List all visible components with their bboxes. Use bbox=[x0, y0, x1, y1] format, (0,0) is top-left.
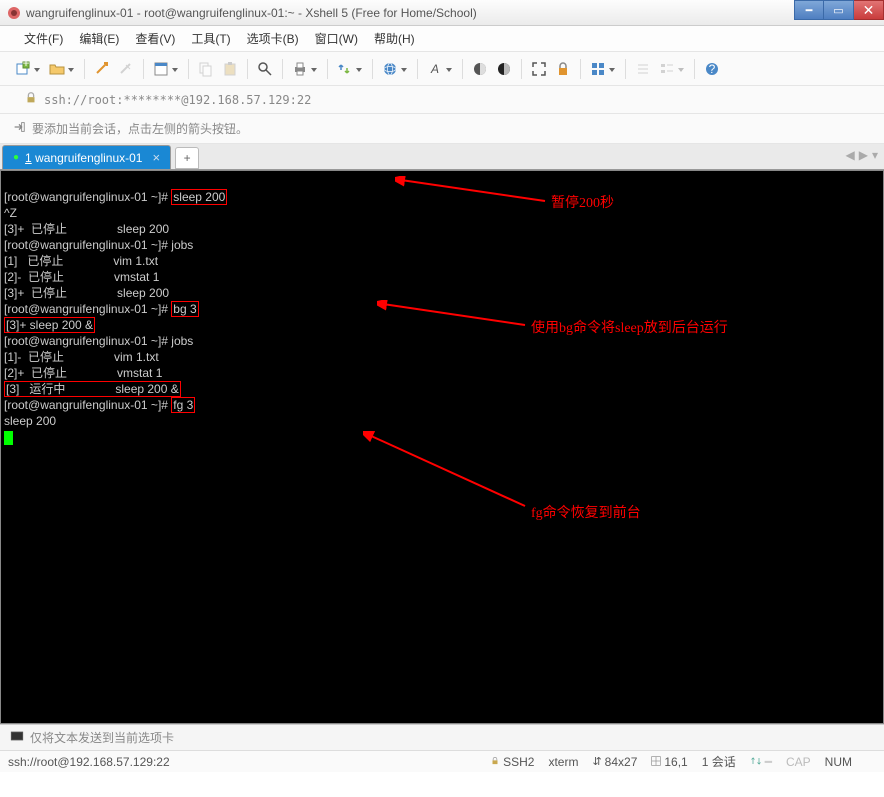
disconnect-icon[interactable] bbox=[115, 58, 137, 80]
lock-icon[interactable] bbox=[552, 58, 574, 80]
menu-tools[interactable]: 工具(T) bbox=[183, 27, 238, 50]
annotation-label: fg命令恢复到前台 bbox=[531, 506, 641, 522]
menu-edit[interactable]: 编辑(E) bbox=[71, 27, 127, 50]
reconnect-icon[interactable] bbox=[91, 58, 113, 80]
terminal-line: [root@wangruifenglinux-01 ~]# sleep 200 bbox=[4, 189, 227, 205]
terminal-line: [root@wangruifenglinux-01 ~]# jobs bbox=[4, 334, 193, 348]
menubar: 文件(F) 编辑(E) 查看(V) 工具(T) 选项卡(B) 窗口(W) 帮助(… bbox=[0, 26, 884, 52]
status-session: 1 会话 bbox=[702, 753, 736, 770]
status-bar: ssh://root@192.168.57.129:22 SSH2 xterm … bbox=[0, 750, 884, 772]
toolbar: + A ? bbox=[0, 52, 884, 86]
svg-text:+: + bbox=[22, 61, 29, 70]
status-ssh: SSH2 bbox=[503, 755, 534, 769]
status-size: 84x27 bbox=[605, 755, 638, 769]
color1-icon[interactable] bbox=[469, 58, 491, 80]
pos-icon bbox=[651, 755, 661, 769]
new-session-icon[interactable]: + bbox=[12, 58, 34, 80]
fullscreen-icon[interactable] bbox=[528, 58, 550, 80]
copy-icon[interactable] bbox=[195, 58, 217, 80]
window-title: wangruifenglinux-01 - root@wangruifengli… bbox=[26, 6, 882, 20]
tab-label: wangruifenglinux-01 bbox=[35, 151, 142, 165]
font-icon[interactable]: A bbox=[424, 58, 446, 80]
help-icon[interactable]: ? bbox=[701, 58, 723, 80]
print-icon[interactable] bbox=[289, 58, 311, 80]
search-icon[interactable] bbox=[254, 58, 276, 80]
terminal-line: [3]+ 已停止 sleep 200 bbox=[4, 222, 169, 236]
menu-file[interactable]: 文件(F) bbox=[16, 27, 71, 50]
annotation-arrow bbox=[395, 176, 555, 206]
add-tab-button[interactable]: + bbox=[175, 147, 199, 169]
addr-lock-icon bbox=[24, 91, 38, 108]
address-bar: ssh://root:********@192.168.57.129:22 bbox=[0, 86, 884, 114]
session-tab[interactable]: ● 1 wangruifenglinux-01 × bbox=[2, 145, 171, 169]
terminal-line: [root@wangruifenglinux-01 ~]# fg 3 bbox=[4, 397, 195, 413]
terminal-line: [1] 已停止 vim 1.txt bbox=[4, 254, 158, 268]
globe-icon[interactable] bbox=[379, 58, 401, 80]
status-num: NUM bbox=[825, 755, 852, 769]
menu-window[interactable]: 窗口(W) bbox=[307, 27, 366, 50]
status-pos: 16,1 bbox=[664, 755, 687, 769]
tab-menu-icon[interactable]: ▾ bbox=[872, 148, 878, 162]
tab-close-icon[interactable]: × bbox=[148, 150, 160, 165]
titlebar: wangruifenglinux-01 - root@wangruifengli… bbox=[0, 0, 884, 26]
list-icon[interactable] bbox=[632, 58, 654, 80]
menu-view[interactable]: 查看(V) bbox=[127, 27, 183, 50]
tile-icon[interactable] bbox=[587, 58, 609, 80]
terminal-line: [2]- 已停止 vmstat 1 bbox=[4, 270, 159, 284]
terminal-line: [root@wangruifenglinux-01 ~]# jobs bbox=[4, 238, 193, 252]
app-icon bbox=[6, 5, 22, 21]
connected-indicator-icon: ● bbox=[13, 152, 19, 163]
compose-placeholder[interactable]: 仅将文本发送到当前选项卡 bbox=[30, 729, 174, 746]
address-text[interactable]: ssh://root:********@192.168.57.129:22 bbox=[44, 93, 311, 107]
terminal-line: sleep 200 bbox=[4, 414, 56, 428]
maximize-button[interactable]: ▭ bbox=[824, 0, 854, 20]
terminal-line: [3]+ 已停止 sleep 200 bbox=[4, 286, 169, 300]
terminal[interactable]: [root@wangruifenglinux-01 ~]# sleep 200 … bbox=[0, 170, 884, 724]
terminal-line: [3]+ sleep 200 & bbox=[4, 317, 95, 333]
terminal-line: [root@wangruifenglinux-01 ~]# bg 3 bbox=[4, 301, 199, 317]
annotation-label: 使用bg命令将sleep放到后台运行 bbox=[531, 321, 728, 337]
menu-help[interactable]: 帮助(H) bbox=[366, 27, 423, 50]
size-icon: ⇵ bbox=[592, 755, 601, 768]
svg-text:A: A bbox=[430, 62, 439, 76]
ssh-lock-icon bbox=[490, 755, 500, 769]
hint-arrow-icon[interactable] bbox=[12, 120, 26, 137]
cursor bbox=[4, 431, 13, 445]
compose-bar: 仅将文本发送到当前选项卡 bbox=[0, 724, 884, 750]
paste-icon[interactable] bbox=[219, 58, 241, 80]
updown-icon bbox=[750, 755, 762, 769]
tab-next-icon[interactable]: ▶ bbox=[859, 148, 868, 162]
tab-index: 1 bbox=[25, 151, 32, 165]
terminal-line: [2]+ 已停止 vmstat 1 bbox=[4, 366, 162, 380]
annotation-arrow bbox=[363, 431, 533, 511]
hint-text: 要添加当前会话，点击左侧的箭头按钮。 bbox=[32, 120, 248, 137]
svg-text:?: ? bbox=[709, 62, 716, 76]
tab-prev-icon[interactable]: ◀ bbox=[846, 148, 855, 162]
close-button[interactable]: ✕ bbox=[854, 0, 884, 20]
transfer-icon[interactable] bbox=[334, 58, 356, 80]
status-cap: CAP bbox=[786, 755, 811, 769]
status-term: xterm bbox=[548, 755, 578, 769]
view-mode-icon[interactable] bbox=[656, 58, 678, 80]
terminal-line: [1]- 已停止 vim 1.txt bbox=[4, 350, 159, 364]
hint-bar: 要添加当前会话，点击左侧的箭头按钮。 bbox=[0, 114, 884, 144]
open-folder-icon[interactable] bbox=[46, 58, 68, 80]
status-connection: ssh://root@192.168.57.129:22 bbox=[8, 755, 476, 769]
minimize-button[interactable]: ━ bbox=[794, 0, 824, 20]
annotation-arrow bbox=[377, 300, 533, 330]
terminal-line: [3] 运行中 sleep 200 & bbox=[4, 381, 181, 397]
terminal-line: ^Z bbox=[4, 206, 17, 220]
annotation-label: 暂停200秒 bbox=[551, 196, 614, 212]
color2-icon[interactable] bbox=[493, 58, 515, 80]
properties-icon[interactable] bbox=[150, 58, 172, 80]
tab-bar: ● 1 wangruifenglinux-01 × + ◀ ▶ ▾ bbox=[0, 144, 884, 170]
menu-tabs[interactable]: 选项卡(B) bbox=[239, 27, 307, 50]
tab-nav: ◀ ▶ ▾ bbox=[846, 148, 879, 162]
compose-icon[interactable] bbox=[10, 729, 24, 746]
